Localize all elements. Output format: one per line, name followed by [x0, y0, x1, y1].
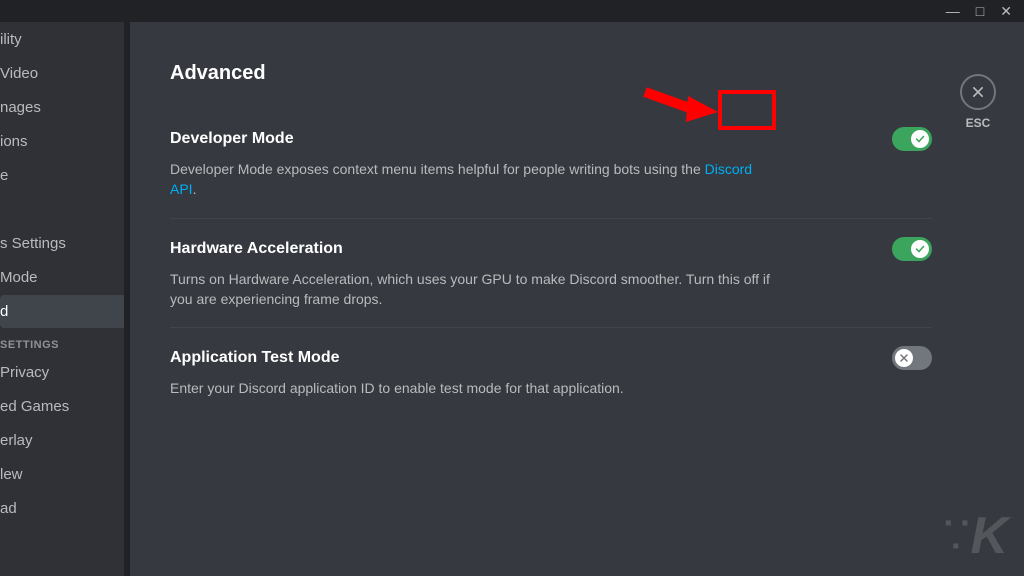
setting-row: Developer Mode Developer Mode exposes con…	[170, 109, 932, 219]
sidebar-item[interactable]: ility	[0, 23, 126, 56]
window-close[interactable]: ✕	[1000, 4, 1012, 18]
toggle-switch[interactable]	[892, 237, 932, 261]
sidebar-item[interactable]: lew	[0, 458, 126, 491]
toggle-switch[interactable]	[892, 346, 932, 370]
settings-content: Advanced Developer Mode Developer Mode ex…	[130, 22, 1024, 576]
sidebar-item[interactable]: Video	[0, 57, 126, 90]
sidebar-item-label: ility	[0, 31, 22, 48]
check-icon	[914, 243, 926, 255]
toggle-switch[interactable]	[892, 127, 932, 151]
setting-row: Application Test Mode Enter your Discord …	[170, 328, 932, 416]
window-minimize[interactable]: —	[946, 4, 960, 18]
setting-title: Hardware Acceleration	[170, 240, 343, 258]
settings-sidebar: ility Video nages ions e s Settings Mode d SET…	[0, 22, 130, 576]
sidebar-item[interactable]	[0, 193, 126, 226]
sidebar-item-label: d	[0, 303, 8, 320]
window-maximize[interactable]: □	[976, 4, 984, 18]
sidebar-item-label: nages	[0, 99, 41, 116]
sidebar-section-header: SETTINGS	[0, 329, 130, 355]
close-settings: ESC	[960, 74, 996, 130]
doc-link[interactable]: Discord API	[170, 161, 752, 197]
sidebar-item[interactable]: s Settings	[0, 227, 126, 260]
sidebar-item-label: lew	[0, 466, 23, 483]
sidebar-item[interactable]: e	[0, 159, 126, 192]
setting-description: Developer Mode exposes context menu item…	[170, 159, 770, 200]
setting-description: Enter your Discord application ID to ena…	[170, 378, 770, 398]
sidebar-item[interactable]: ions	[0, 125, 126, 158]
page-title: Advanced	[170, 62, 932, 85]
sidebar-item[interactable]: Privacy	[0, 356, 126, 389]
sidebar-item-label: ed Games	[0, 398, 69, 415]
close-button[interactable]	[960, 74, 996, 110]
setting-description: Turns on Hardware Acceleration, which us…	[170, 269, 770, 310]
sidebar-item-label: Video	[0, 65, 38, 82]
sidebar-item[interactable]: erlay	[0, 424, 126, 457]
sidebar-item[interactable]: ed Games	[0, 390, 126, 423]
sidebar-item-label: Mode	[0, 269, 38, 286]
setting-row: Hardware Acceleration Turns on Hardware A…	[170, 219, 932, 329]
sidebar-item-label: ions	[0, 133, 28, 150]
sidebar-item-label: s Settings	[0, 235, 66, 252]
close-label: ESC	[960, 116, 996, 130]
sidebar-item[interactable]: ad	[0, 492, 126, 525]
sidebar-item-label: ad	[0, 500, 17, 517]
sidebar-item[interactable]: nages	[0, 91, 126, 124]
sidebar-item-label: erlay	[0, 432, 33, 449]
check-icon	[914, 133, 926, 145]
sidebar-item-label: Privacy	[0, 364, 49, 381]
watermark: ▪ ▪ ▪K	[945, 506, 1006, 566]
sidebar-item[interactable]: Mode	[0, 261, 126, 294]
window-titlebar: — □ ✕	[0, 0, 1024, 22]
close-icon	[970, 84, 986, 100]
sidebar-item[interactable]: d	[0, 295, 126, 328]
x-icon	[898, 352, 910, 364]
setting-title: Application Test Mode	[170, 349, 339, 367]
setting-title: Developer Mode	[170, 130, 294, 148]
sidebar-item-label: e	[0, 167, 8, 184]
